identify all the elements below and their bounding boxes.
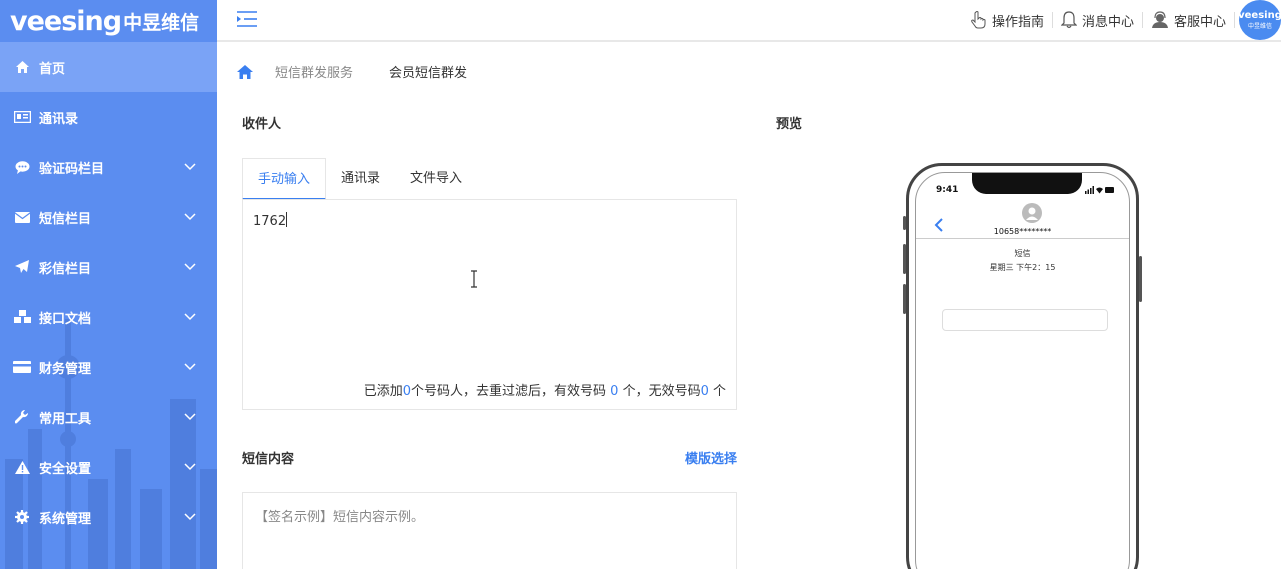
count-text: 个号码人，去重过滤后，有效号码	[411, 384, 611, 399]
recipients-input-wrap: 1762	[253, 212, 288, 229]
sidebar-item-label: 彩信栏目	[39, 261, 92, 277]
guide-label: 操作指南	[991, 14, 1044, 30]
message-type: 短信	[1014, 249, 1031, 258]
messages-link[interactable]: 消息中心	[1053, 11, 1143, 30]
chevron-down-icon	[184, 363, 196, 371]
tab-file-import[interactable]: 文件导入	[395, 158, 477, 200]
sidebar-item-finance[interactable]: 财务管理	[0, 342, 217, 392]
customer-service-icon	[1151, 11, 1168, 28]
sender-number: 10658********	[993, 227, 1052, 236]
phone-status-time: 9:41	[936, 185, 959, 195]
warning-icon	[13, 459, 31, 475]
message-time: 星期三 下午2：15	[989, 263, 1056, 272]
guide-link[interactable]: 操作指南	[963, 11, 1053, 30]
phone-power-button	[1139, 256, 1142, 302]
sidebar-item-label: 系统管理	[39, 511, 92, 527]
sidebar-item-sms[interactable]: 短信栏目	[0, 192, 217, 242]
phone-notch	[972, 173, 1082, 194]
chat-bubble-icon	[13, 159, 31, 175]
sidebar-item-label: 首页	[39, 61, 66, 77]
service-link[interactable]: 客服中心	[1143, 11, 1235, 30]
breadcrumb-level2: 会员短信群发	[389, 66, 468, 81]
home-icon[interactable]	[237, 64, 253, 80]
sidebar-item-api-docs[interactable]: 接口文档	[0, 292, 217, 342]
paper-plane-icon	[13, 259, 31, 275]
sidebar-item-label: 短信栏目	[39, 211, 92, 227]
phone-mute-switch	[903, 216, 906, 230]
service-label: 客服中心	[1173, 14, 1226, 30]
recipients-value: 1762	[253, 214, 287, 229]
brand-latin: veesing	[10, 5, 122, 37]
sms-placeholder: 【签名示例】短信内容示例。	[255, 510, 425, 525]
bell-icon	[1060, 11, 1077, 29]
count-added: 0	[402, 384, 412, 399]
credit-card-icon	[13, 359, 31, 375]
sidebar-nav: 首页 通讯录 验证码栏目 短信栏目 彩信栏目 接口文档 财务管理 常用工具 安全…	[0, 42, 217, 542]
sidebar-item-label: 验证码栏目	[39, 161, 105, 177]
sidebar-item-label: 安全设置	[39, 461, 92, 477]
contact-avatar	[1022, 203, 1042, 223]
count-text: 已添加	[363, 384, 403, 399]
wrench-icon	[13, 409, 31, 425]
phone-volume-down	[903, 284, 906, 314]
count-text: 个，无效号码	[618, 384, 701, 399]
divider	[916, 238, 1129, 239]
contacts-card-icon	[13, 109, 31, 125]
message-bubble	[942, 309, 1108, 331]
cubes-icon	[13, 309, 31, 325]
text-cursor-icon	[471, 270, 477, 288]
sidebar-item-system[interactable]: 系统管理	[0, 492, 217, 542]
top-header: 操作指南 消息中心 客服中心 veesing 中昱维信	[217, 0, 1281, 42]
envelope-icon	[13, 209, 31, 225]
preview-title: 预览	[776, 117, 803, 132]
avatar-subtext: 中昱维信	[1247, 23, 1272, 30]
breadcrumb-level1[interactable]: 短信群发服务	[275, 62, 353, 81]
sidebar-item-label: 通讯录	[39, 111, 79, 127]
chevron-down-icon	[184, 213, 196, 221]
sidebar-item-contacts[interactable]: 通讯录	[0, 92, 217, 142]
sidebar-item-label: 接口文档	[39, 311, 92, 327]
messages-label: 消息中心	[1081, 14, 1134, 30]
brand-logo[interactable]: veesing 中昱维信	[0, 0, 217, 42]
chevron-down-icon	[184, 513, 196, 521]
recipient-tabs: 手动输入 通讯录 文件导入	[242, 158, 477, 200]
template-select-link[interactable]: 模版选择	[660, 448, 737, 467]
sidebar-item-verification[interactable]: 验证码栏目	[0, 142, 217, 192]
text-caret	[286, 212, 288, 227]
sms-content-input[interactable]: 【签名示例】短信内容示例。	[242, 492, 737, 569]
home-icon	[13, 59, 31, 75]
sidebar-item-mms[interactable]: 彩信栏目	[0, 242, 217, 292]
chevron-down-icon	[184, 313, 196, 321]
sidebar-item-tools[interactable]: 常用工具	[0, 392, 217, 442]
chevron-down-icon	[184, 163, 196, 171]
count-text: 个	[708, 384, 726, 399]
sidebar-item-label: 常用工具	[39, 411, 92, 427]
recipient-count: 已添加0个号码人，去重过滤后，有效号码 0 个，无效号码0 个	[364, 380, 726, 399]
sidebar-item-security[interactable]: 安全设置	[0, 442, 217, 492]
sidebar: veesing 中昱维信 首页 通讯录 验证码栏目 短信栏目 彩信栏目 接口文档…	[0, 0, 217, 569]
sidebar-item-label: 财务管理	[39, 361, 92, 377]
tab-manual-input[interactable]: 手动输入	[242, 158, 327, 200]
tab-contacts[interactable]: 通讯录	[326, 158, 395, 200]
count-invalid: 0	[700, 384, 709, 399]
sms-content-title: 短信内容	[242, 452, 295, 467]
breadcrumb: 短信群发服务 会员短信群发	[237, 62, 467, 81]
menu-toggle-icon[interactable]	[237, 10, 257, 28]
phone-preview: 9:41 10658******** 短信 星期三 下午2：15	[903, 163, 1142, 569]
phone-screen: 9:41 10658******** 短信 星期三 下午2：15	[915, 172, 1130, 569]
hand-pointer-icon	[971, 11, 986, 29]
sidebar-item-home[interactable]: 首页	[0, 42, 217, 92]
header-actions: 操作指南 消息中心 客服中心 veesing 中昱维信	[963, 0, 1281, 40]
gear-icon	[13, 509, 31, 525]
avatar[interactable]: veesing 中昱维信	[1238, 0, 1281, 40]
chevron-down-icon	[184, 463, 196, 471]
avatar-text: veesing	[1238, 10, 1281, 21]
chevron-down-icon	[184, 263, 196, 271]
signal-wifi-battery-icon	[1085, 186, 1114, 194]
chevron-down-icon	[184, 413, 196, 421]
recipients-input[interactable]: 1762 已添加0个号码人，去重过滤后，有效号码 0 个，无效号码0 个	[242, 199, 737, 410]
phone-volume-up	[903, 244, 906, 274]
brand-cn: 中昱维信	[123, 11, 200, 34]
recipients-title: 收件人	[242, 117, 282, 132]
